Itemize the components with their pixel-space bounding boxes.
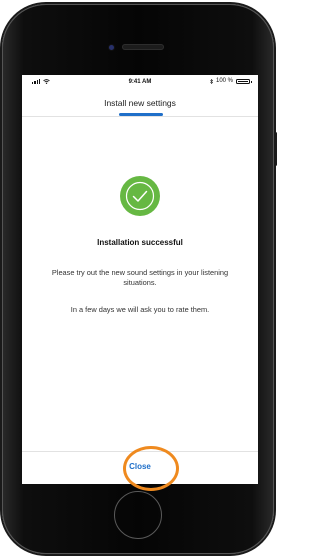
instruction-message: Please try out the new sound settings in… (51, 268, 229, 287)
battery-percentage: 100 % (215, 78, 233, 84)
result-title: Installation successful (97, 238, 183, 247)
phone-mockup: 9:41 AM 100 % Install new settings Insta… (0, 0, 277, 558)
checkmark-icon (120, 176, 160, 216)
bottom-bar: Close (22, 451, 258, 484)
close-button[interactable]: Close (22, 462, 258, 471)
status-bar: 9:41 AM 100 % (22, 75, 258, 89)
earpiece-speaker (122, 44, 164, 50)
title-underline (119, 113, 163, 116)
app-screen: 9:41 AM 100 % Install new settings Insta… (22, 75, 258, 484)
bluetooth-icon (210, 78, 213, 84)
page-title: Install new settings (104, 98, 176, 108)
rating-notice: In a few days we will ask you to rate th… (70, 305, 210, 314)
home-button[interactable] (114, 491, 162, 539)
screen-header: Install new settings (22, 90, 258, 117)
status-right: 100 % (210, 78, 252, 84)
battery-icon (236, 78, 252, 84)
camera-icon (109, 45, 114, 50)
power-button (274, 132, 277, 166)
success-indicator (119, 175, 161, 217)
